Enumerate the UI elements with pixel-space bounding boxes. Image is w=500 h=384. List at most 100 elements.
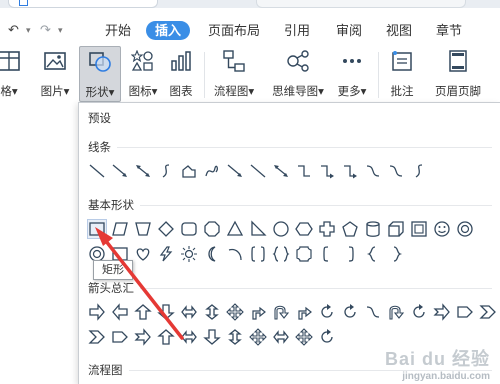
bent-shape-icon[interactable]: [295, 303, 313, 321]
quad-shape-icon[interactable]: [226, 303, 244, 321]
icons-button[interactable]: 图标▾: [124, 46, 162, 102]
para-shape-icon[interactable]: [111, 220, 129, 238]
pentarrow-shape-icon[interactable]: [456, 303, 474, 321]
rbrace-shape-icon[interactable]: [387, 245, 405, 263]
shapes-button[interactable]: 形状▾: [79, 46, 121, 102]
lbrack-shape-icon[interactable]: [318, 245, 336, 263]
bolt-shape-icon[interactable]: [157, 245, 175, 263]
lbrace-shape-icon[interactable]: [364, 245, 382, 263]
uturn-shape-icon[interactable]: [387, 303, 405, 321]
menu-home[interactable]: 开始: [105, 21, 131, 40]
plaque-shape-icon[interactable]: [295, 245, 313, 263]
circarrow-shape-icon[interactable]: [341, 303, 359, 321]
uarrow-shape-icon[interactable]: [157, 328, 175, 346]
cross-shape-icon[interactable]: [318, 220, 336, 238]
circle-shape-icon[interactable]: [272, 220, 290, 238]
tri-shape-icon[interactable]: [226, 220, 244, 238]
section-divider: [88, 147, 492, 148]
rrect-shape-icon[interactable]: [180, 220, 198, 238]
secondary-tab[interactable]: [256, 0, 466, 8]
arc-shape-icon[interactable]: [226, 245, 244, 263]
rect-shape-icon[interactable]: [87, 219, 107, 239]
chevron-shape-icon[interactable]: [88, 328, 106, 346]
cube-shape-icon[interactable]: [387, 220, 405, 238]
picture-button[interactable]: 图片▾: [36, 46, 74, 102]
quick-access-dropdown-icon[interactable]: ▾: [58, 22, 63, 38]
menu-view[interactable]: 视图: [386, 21, 412, 40]
chevron-shape-icon[interactable]: [479, 303, 497, 321]
undo-icon[interactable]: ↶: [8, 22, 19, 38]
quad-shape-icon[interactable]: [295, 328, 313, 346]
elbowarrow-shape-icon[interactable]: [318, 162, 336, 180]
circarrow-shape-icon[interactable]: [410, 303, 428, 321]
circarrow-shape-icon[interactable]: [318, 328, 336, 346]
sun-shape-icon[interactable]: [180, 245, 198, 263]
rbrack-shape-icon[interactable]: [341, 245, 359, 263]
lrarrow-shape-icon[interactable]: [272, 328, 290, 346]
notched-shape-icon[interactable]: [433, 303, 451, 321]
dblarrow-shape-icon[interactable]: [134, 162, 152, 180]
uarrow-shape-icon[interactable]: [134, 303, 152, 321]
flowchart-button[interactable]: 流程图▾: [208, 46, 260, 102]
pent-shape-icon[interactable]: [341, 220, 359, 238]
header-footer-button[interactable]: 页眉页脚: [426, 46, 490, 102]
heart-shape-icon[interactable]: [134, 245, 152, 263]
curved-shape-icon[interactable]: [364, 303, 382, 321]
rarrow-shape-icon[interactable]: [88, 303, 106, 321]
scribble-shape-icon[interactable]: [203, 162, 221, 180]
menu-review[interactable]: 审阅: [336, 21, 362, 40]
line-shape-icon[interactable]: [249, 162, 267, 180]
curve-shape-icon[interactable]: [410, 162, 428, 180]
darrow-shape-icon[interactable]: [203, 328, 221, 346]
lrarrow-shape-icon[interactable]: [180, 303, 198, 321]
udarrow-shape-icon[interactable]: [203, 303, 221, 321]
curve-shape-icon[interactable]: [157, 162, 175, 180]
bent-shape-icon[interactable]: [249, 303, 267, 321]
lrarrow-shape-icon[interactable]: [180, 328, 198, 346]
darrow-shape-icon[interactable]: [157, 303, 175, 321]
header-footer-label: 页眉页脚: [435, 86, 481, 98]
larrow-shape-icon[interactable]: [111, 303, 129, 321]
donut-shape-icon[interactable]: [456, 220, 474, 238]
table-button[interactable]: 格▾: [0, 46, 24, 102]
chart-button[interactable]: 图表: [164, 46, 198, 102]
menu-references[interactable]: 引用: [284, 21, 310, 40]
smiley-shape-icon[interactable]: [433, 220, 451, 238]
octagon-shape-icon[interactable]: [203, 220, 221, 238]
ribbon-divider: [378, 52, 379, 98]
menu-chapter[interactable]: 章节: [436, 21, 462, 40]
redo-icon[interactable]: ↷: [40, 22, 51, 38]
menu-page-layout[interactable]: 页面布局: [208, 21, 260, 40]
udarrow-shape-icon[interactable]: [226, 328, 244, 346]
arrowline-shape-icon[interactable]: [226, 162, 244, 180]
curved-shape-icon[interactable]: [364, 162, 382, 180]
quad-shape-icon[interactable]: [249, 328, 267, 346]
undo-dropdown-icon[interactable]: ▾: [26, 22, 31, 38]
moon-shape-icon[interactable]: [203, 245, 221, 263]
bracket-shape-icon[interactable]: [249, 245, 267, 263]
uturn-shape-icon[interactable]: [272, 303, 290, 321]
document-tab[interactable]: [8, 0, 158, 8]
mindmap-button[interactable]: 思维导图▾: [266, 46, 330, 102]
pentarrow-shape-icon[interactable]: [111, 328, 129, 346]
notched-shape-icon[interactable]: [134, 328, 152, 346]
rtri-shape-icon[interactable]: [249, 220, 267, 238]
circarrow-shape-icon[interactable]: [318, 303, 336, 321]
can-shape-icon[interactable]: [364, 220, 382, 238]
diamond-shape-icon[interactable]: [157, 220, 175, 238]
freeform-shape-icon[interactable]: [180, 162, 198, 180]
more-button[interactable]: 更多▾: [332, 46, 372, 102]
trap-shape-icon[interactable]: [134, 220, 152, 238]
frame-shape-icon[interactable]: [410, 220, 428, 238]
elbowarrow-shape-icon[interactable]: [341, 162, 359, 180]
elbow-shape-icon[interactable]: [295, 162, 313, 180]
menu-insert[interactable]: 插入: [146, 21, 191, 40]
comment-button[interactable]: 批注: [384, 46, 420, 102]
shape-tooltip: 矩形: [93, 260, 133, 280]
dblarrow-shape-icon[interactable]: [272, 162, 290, 180]
hex-shape-icon[interactable]: [295, 220, 313, 238]
curved-shape-icon[interactable]: [387, 162, 405, 180]
arrowline-shape-icon[interactable]: [111, 162, 129, 180]
brace-shape-icon[interactable]: [272, 245, 290, 263]
line-shape-icon[interactable]: [88, 162, 106, 180]
